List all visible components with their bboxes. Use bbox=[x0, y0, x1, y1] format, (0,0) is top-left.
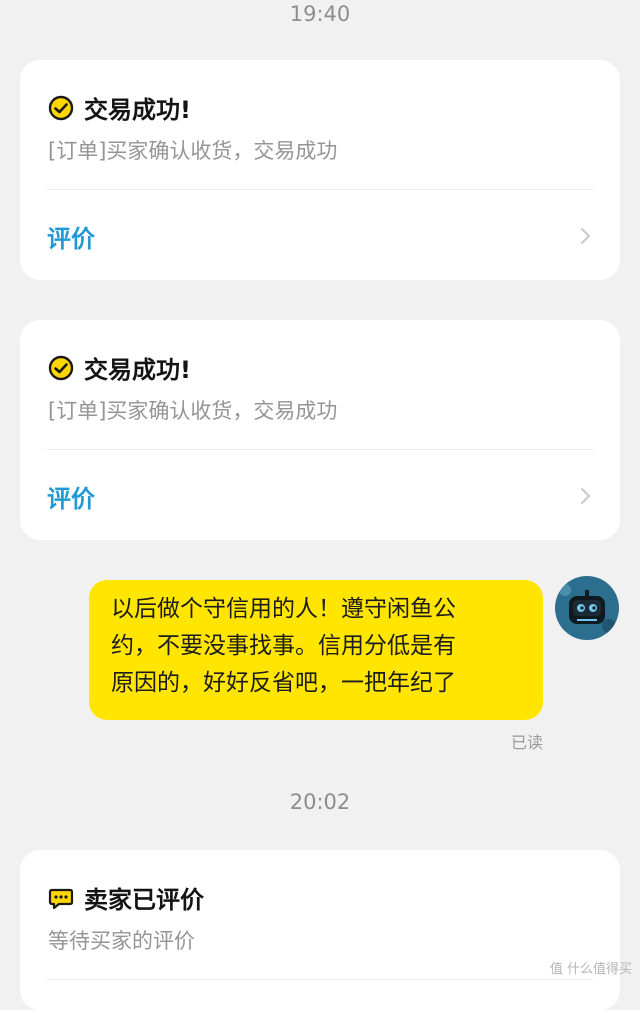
avatar[interactable] bbox=[555, 576, 619, 640]
card-title-row: 交易成功! bbox=[48, 90, 191, 125]
order-card: 交易成功! [订单]买家确认收货，交易成功 评价 bbox=[20, 320, 620, 540]
review-button[interactable]: 评价 bbox=[47, 206, 593, 266]
timestamp: 19:40 bbox=[289, 2, 351, 26]
review-button[interactable]: 评价 bbox=[47, 466, 593, 526]
card-subtitle: 等待买家的评价 bbox=[48, 929, 195, 953]
card-subtitle: [订单]买家确认收货，交易成功 bbox=[48, 399, 338, 423]
order-card: 交易成功! [订单]买家确认收货，交易成功 评价 bbox=[20, 60, 620, 280]
chevron-right-icon bbox=[581, 488, 590, 504]
card-title-row: 卖家已评价 bbox=[48, 880, 204, 915]
watermark: 值 什么值得买 bbox=[550, 958, 632, 977]
message-line: 原因的，好好反省吧，一把年纪了 bbox=[111, 670, 456, 696]
review-label: 评价 bbox=[47, 224, 95, 253]
message-bubble[interactable]: 以后做个守信用的人！遵守闲鱼公 约，不要没事找事。信用分低是有 原因的，好好反省… bbox=[89, 580, 543, 720]
review-label: 评价 bbox=[47, 484, 95, 513]
check-circle-icon bbox=[48, 355, 74, 380]
card-title-row: 交易成功! bbox=[48, 350, 191, 385]
timestamp: 20:02 bbox=[289, 790, 351, 814]
card-title: 交易成功! bbox=[84, 356, 191, 384]
check-circle-icon bbox=[48, 95, 74, 120]
card-title: 卖家已评价 bbox=[84, 886, 204, 914]
message-line: 约，不要没事找事。信用分低是有 bbox=[111, 633, 456, 659]
divider bbox=[47, 189, 593, 190]
chevron-right-icon bbox=[581, 228, 590, 244]
read-status: 已读 bbox=[511, 733, 544, 752]
card-title: 交易成功! bbox=[84, 96, 191, 124]
review-card: 卖家已评价 等待买家的评价 bbox=[20, 850, 620, 1010]
robot-avatar-icon bbox=[555, 576, 619, 640]
card-subtitle: [订单]买家确认收货，交易成功 bbox=[48, 139, 338, 163]
divider bbox=[47, 979, 593, 980]
watermark-text: 值 什么值得买 bbox=[549, 962, 632, 977]
message-line: 以后做个守信用的人！遵守闲鱼公 bbox=[111, 596, 456, 622]
divider bbox=[47, 449, 593, 450]
chat-bubble-icon bbox=[48, 888, 74, 909]
